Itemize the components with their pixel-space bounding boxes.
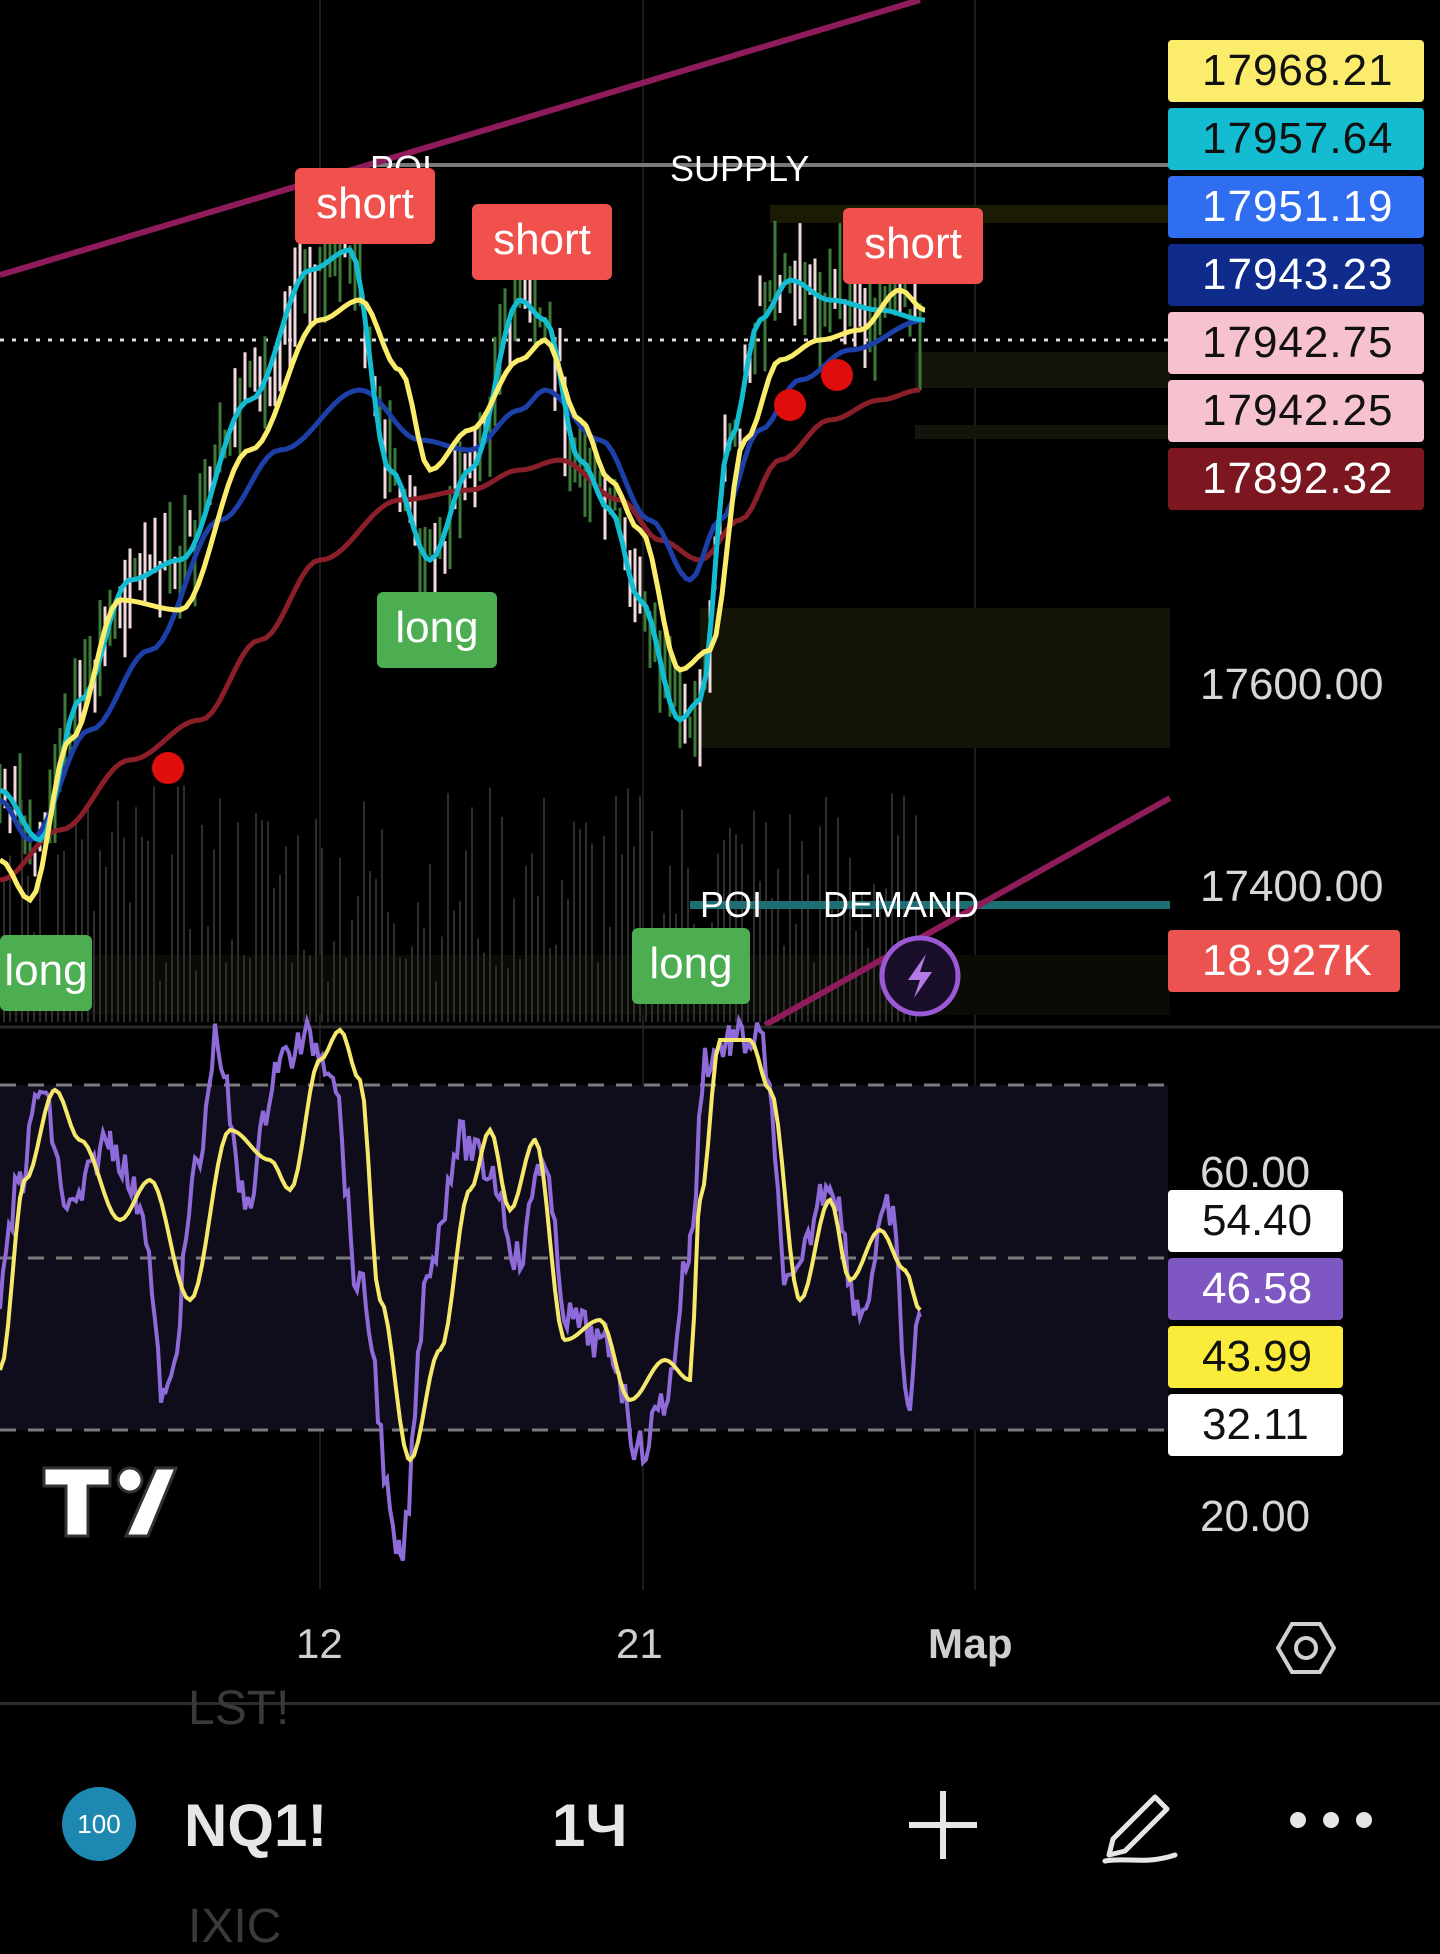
price-tag: 17942.25 <box>1168 380 1424 442</box>
long-signal-label: long <box>0 935 92 1011</box>
short-signal-label: short <box>843 208 983 284</box>
upper-channel-line <box>0 0 921 278</box>
more-dots-icon[interactable] <box>1288 1805 1374 1835</box>
oscillator-tag: 54.40 <box>1168 1190 1343 1252</box>
interval-button[interactable]: 1Ч <box>552 1791 628 1860</box>
price-tag: 17892.32 <box>1168 448 1424 510</box>
price-tag: 17951.19 <box>1168 176 1424 238</box>
demand-label: DEMAND <box>823 884 980 925</box>
mid-zone <box>915 352 1170 388</box>
price-tag: 17942.75 <box>1168 312 1424 374</box>
time-axis-label: 12 <box>296 1620 343 1667</box>
oscillator-tag: 46.58 <box>1168 1258 1343 1320</box>
price-axis-label: 17400.00 <box>1200 862 1384 911</box>
short-signal-label: short <box>295 168 435 244</box>
lightning-alert-icon <box>879 935 961 1017</box>
pencil-icon[interactable] <box>1095 1777 1185 1867</box>
price-tag: 17943.23 <box>1168 244 1424 306</box>
price-axis-label: 17600.00 <box>1200 660 1384 709</box>
time-axis-label: 21 <box>616 1620 663 1667</box>
supply-label: SUPPLY <box>670 148 810 189</box>
signal-dot <box>152 752 184 784</box>
settings-hexagon-icon <box>1275 1622 1337 1674</box>
oscillator-axis-label: 20.00 <box>1200 1492 1311 1541</box>
long-signal-label: long <box>377 592 497 668</box>
ema-cyan-line <box>0 247 926 843</box>
ghost-text: IXIC <box>188 1900 282 1953</box>
poi-label: POI <box>700 884 763 925</box>
price-tag: 17968.21 <box>1168 40 1424 102</box>
short-signal-label: short <box>472 204 612 280</box>
time-axis-label: Мар <box>928 1620 1013 1667</box>
signal-dot <box>821 359 853 391</box>
symbol-badge[interactable]: 100 <box>62 1787 136 1861</box>
oscillator-tag: 43.99 <box>1168 1326 1343 1388</box>
tradingview-logo <box>42 1466 179 1538</box>
price-tag: 17957.64 <box>1168 108 1424 170</box>
oscillator-tag: 32.11 <box>1168 1394 1343 1456</box>
plus-icon[interactable] <box>905 1787 981 1863</box>
bottom-toolbar: LST! 100 NQ1! 1Ч IXIC <box>0 1682 1440 1953</box>
long-signal-label: long <box>632 928 750 1004</box>
demand-band-zone <box>700 608 1170 748</box>
symbol-button[interactable]: NQ1! <box>184 1791 327 1860</box>
ghost-text: LST! <box>188 1682 290 1735</box>
volume-tag: 18.927K <box>1168 930 1400 992</box>
signal-dot <box>774 389 806 421</box>
